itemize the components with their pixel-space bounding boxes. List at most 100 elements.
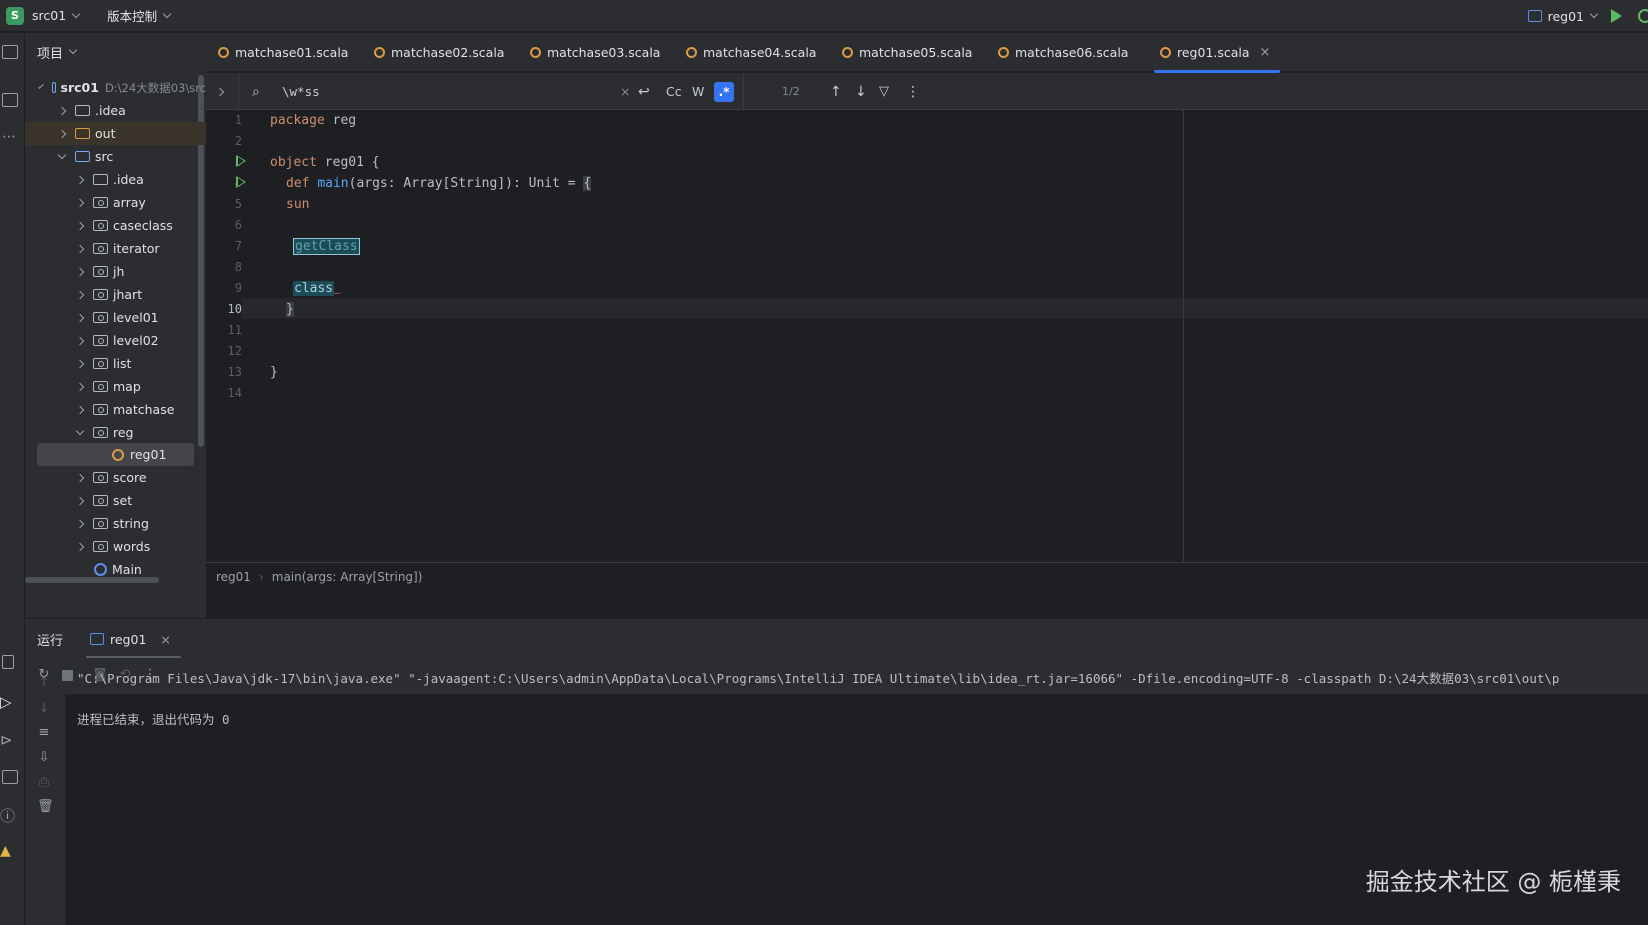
chevron-right-icon — [75, 267, 85, 276]
folder-icon[interactable] — [2, 45, 18, 59]
tab-label: matchase02.scala — [391, 45, 505, 60]
soft-wrap-icon[interactable]: ≡ — [37, 726, 51, 740]
tree-item-reg[interactable]: reg — [25, 421, 206, 444]
tree-item-idea-sub[interactable]: .idea — [25, 168, 206, 191]
more-icon[interactable]: ⋯ — [2, 129, 16, 145]
tree-item-jhart[interactable]: jhart — [25, 283, 206, 306]
console-side-toolbar: ↑ ↓ ≡ ⇩ ⎙ 🗑 — [25, 676, 65, 925]
regex-toggle[interactable]: .* — [714, 73, 734, 110]
scala-object-icon — [1160, 47, 1171, 58]
tab-label: matchase01.scala — [235, 45, 349, 60]
clear-search-icon[interactable]: × — [620, 73, 630, 110]
search-match-current: getClass — [293, 238, 360, 255]
project-panel-header[interactable]: 项目 — [25, 33, 206, 71]
search-input[interactable]: \w*ss — [282, 73, 320, 110]
tree-item-level01[interactable]: level01 — [25, 306, 206, 329]
line-number: 7 — [234, 239, 242, 253]
project-switcher[interactable]: src01 — [32, 8, 81, 23]
tree-item-src[interactable]: src — [25, 145, 206, 168]
problems-icon[interactable]: ⓘ — [0, 805, 15, 826]
tree-item-label: reg01 — [130, 447, 167, 462]
chevron-right-icon — [75, 244, 85, 253]
line-number: 10 — [227, 302, 242, 316]
tree-item-map[interactable]: map — [25, 375, 206, 398]
tab-matchase05[interactable]: matchase05.scala — [842, 33, 972, 72]
tree-item-score[interactable]: score — [25, 466, 206, 489]
left-tool-strip: ⋯ ▷ ⊳ ⓘ ▲ — [0, 33, 25, 925]
tree-item-jh[interactable]: jh — [25, 260, 206, 283]
run-gutter-icon[interactable] — [236, 155, 246, 167]
tree-item-reg01[interactable]: reg01 — [37, 443, 194, 466]
expand-replace-icon[interactable] — [215, 73, 225, 110]
chevron-down-icon — [71, 9, 81, 18]
trash-icon[interactable]: 🗑 — [37, 800, 54, 814]
chevron-right-icon — [75, 290, 85, 299]
scroll-up-icon[interactable]: ↑ — [37, 676, 51, 690]
tab-matchase06[interactable]: matchase06.scala — [998, 33, 1128, 72]
folder-icon — [75, 128, 90, 139]
filter-icon[interactable]: ▽ — [879, 73, 889, 110]
services-icon[interactable]: ⊳ — [0, 731, 13, 749]
warning-icon[interactable]: ▲ — [0, 843, 11, 859]
tab-reg01[interactable]: reg01.scala × — [1154, 33, 1281, 73]
run-panel-title: 运行 — [37, 633, 64, 649]
run-config-selector[interactable]: reg01 — [1527, 9, 1599, 24]
tab-matchase01[interactable]: matchase01.scala — [218, 33, 348, 72]
scala-object-icon — [530, 47, 541, 58]
tree-item-array[interactable]: array — [25, 191, 206, 214]
tree-item-path: D:\24大数据03\src — [104, 80, 206, 95]
close-icon[interactable]: × — [160, 632, 170, 647]
tree-item-words[interactable]: words — [25, 535, 206, 558]
build-icon[interactable] — [2, 655, 14, 669]
scroll-to-end-icon[interactable]: ⇩ — [37, 751, 51, 765]
tab-label: matchase05.scala — [859, 45, 973, 60]
project-hscrollbar[interactable] — [25, 577, 159, 583]
print-icon[interactable]: ⎙ — [37, 776, 51, 790]
breadcrumb-item[interactable]: reg01 — [216, 570, 251, 584]
code-text: reg01 { — [316, 155, 380, 170]
debug-icon[interactable] — [1638, 9, 1648, 23]
close-icon[interactable]: × — [1260, 45, 1271, 60]
code-editor[interactable]: 1 2 3 4 5 6 7 8 9 10 11 12 13 14 package… — [206, 110, 1648, 591]
more-options-icon[interactable]: ⋮ — [906, 73, 920, 110]
line-number: 12 — [227, 344, 242, 358]
run-icon[interactable] — [1611, 9, 1622, 23]
tree-item-caseclass[interactable]: caseclass — [25, 214, 206, 237]
matched-brace: } — [286, 302, 294, 317]
chevron-right-icon — [75, 336, 85, 345]
previous-match-icon[interactable]: ↑ — [830, 73, 842, 110]
search-icon[interactable]: ⌕ — [252, 73, 260, 110]
scroll-down-icon[interactable]: ↓ — [37, 702, 51, 716]
tree-item-label: iterator — [113, 241, 160, 256]
tree-item-label: Main — [112, 562, 142, 577]
tab-matchase02[interactable]: matchase02.scala — [374, 33, 504, 72]
package-icon — [93, 220, 108, 231]
tree-item-matchase[interactable]: matchase — [25, 398, 206, 421]
whole-words-toggle[interactable]: W — [692, 73, 704, 110]
next-match-icon[interactable]: ↓ — [855, 73, 867, 110]
run-tab-reg01[interactable]: reg01 × — [86, 619, 181, 659]
tree-item-level02[interactable]: level02 — [25, 329, 206, 352]
tree-item-out[interactable]: out — [25, 122, 206, 145]
breadcrumb-item[interactable]: main(args: Array[String]) — [272, 570, 423, 584]
structure-icon[interactable] — [2, 93, 18, 107]
line-number: 6 — [234, 218, 242, 232]
tab-matchase04[interactable]: matchase04.scala — [686, 33, 816, 72]
match-case-toggle[interactable]: Cc — [666, 73, 682, 110]
tree-item-list[interactable]: list — [25, 352, 206, 375]
tree-item-set[interactable]: set — [25, 489, 206, 512]
terminal-icon[interactable] — [2, 770, 18, 784]
tree-item-idea[interactable]: .idea — [25, 99, 206, 122]
run-tool-icon[interactable]: ▷ — [0, 693, 12, 711]
stop-icon[interactable] — [62, 670, 73, 681]
vcs-menu[interactable]: 版本控制 — [107, 6, 172, 25]
tree-item-string[interactable]: string — [25, 512, 206, 535]
tab-matchase03[interactable]: matchase03.scala — [530, 33, 660, 72]
tree-item-src01[interactable]: src01 D:\24大数据03\src — [25, 76, 206, 99]
tree-item-label: caseclass — [113, 218, 173, 233]
tree-item-iterator[interactable]: iterator — [25, 237, 206, 260]
run-gutter-icon[interactable] — [236, 176, 246, 188]
new-line-icon[interactable]: ↩ — [638, 73, 650, 110]
package-icon — [93, 541, 108, 552]
project-badge[interactable]: S — [6, 6, 24, 25]
